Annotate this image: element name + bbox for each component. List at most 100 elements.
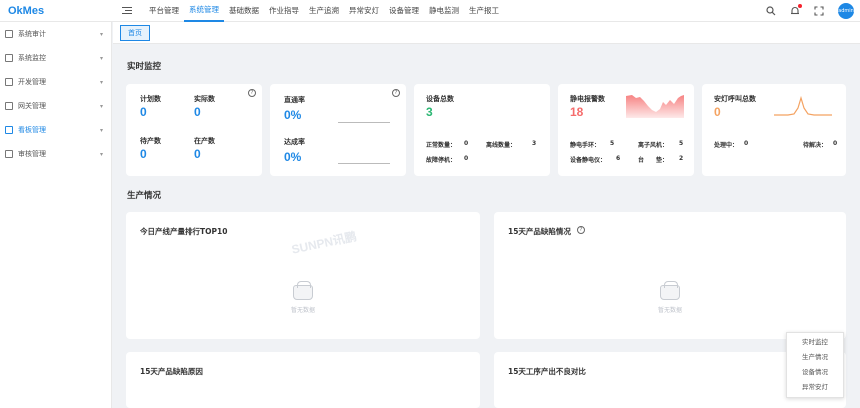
nav-report[interactable]: 生产报工 xyxy=(464,0,504,22)
empty-state: 暂无数据 xyxy=(273,281,333,314)
device-esd-label: 设备静电仪： xyxy=(570,157,607,164)
pending-value: 0 xyxy=(140,147,147,161)
sidebar-item-label: 系统审计 xyxy=(18,30,46,38)
line-output-top10-panel: 今日产线产量排行TOP10 SUNPN讯鹏 暂无数据 xyxy=(126,212,480,339)
pending-label: 待产数 xyxy=(140,137,161,145)
app-logo[interactable]: OkMes xyxy=(0,5,112,17)
nav-traceability[interactable]: 生产追溯 xyxy=(304,0,344,22)
offline-count-label: 离线数量： xyxy=(486,142,517,149)
production-section-title: 生产情况 xyxy=(127,191,162,201)
defect-reason-panel: 15天产品缺陷原因 xyxy=(126,352,480,408)
realtime-section-title: 实时监控 xyxy=(127,62,162,72)
chevron-down-icon: ▾ xyxy=(99,30,103,38)
panel-title: 15天产品缺陷情况 xyxy=(508,226,571,237)
chevron-down-icon: ▾ xyxy=(99,126,103,134)
menu-fold-icon[interactable] xyxy=(122,6,132,16)
andon-card: 安灯呼叫总数 0 处理中： 0 待解决： 0 xyxy=(702,84,846,176)
mat-value: 2 xyxy=(679,155,684,162)
pass-rate-value: 0% xyxy=(284,108,302,122)
tab-bar: 首页 xyxy=(113,22,860,44)
chevron-down-icon: ▾ xyxy=(99,102,103,110)
inprod-value: 0 xyxy=(194,147,201,161)
chevron-down-icon: ▾ xyxy=(99,150,103,158)
quick-nav-production[interactable]: 生产情况 xyxy=(787,350,843,365)
top-nav: 平台管理 系统管理 基础数据 作业指导 生产追溯 异常安灯 设备管理 静电监测 … xyxy=(144,0,504,22)
panel-title-text: 15天产品缺陷情况 xyxy=(508,227,571,236)
sidebar-item-label: 开发管理 xyxy=(18,78,46,86)
nav-platform[interactable]: 平台管理 xyxy=(144,0,184,22)
quick-nav-equipment[interactable]: 设备情况 xyxy=(787,365,843,380)
panel-title: 15天产品缺陷原因 xyxy=(140,367,203,376)
sidebar-item-review[interactable]: 审核管理 ▾ xyxy=(0,142,111,166)
ion-fan-value: 5 xyxy=(679,140,684,147)
empty-text: 暂无数据 xyxy=(657,307,682,314)
watermark-text: SUNPN讯鹏 xyxy=(290,229,358,257)
main-content: 实时监控 计划数 0 实际数 0 ? 待产数 0 在产数 0 直通率 0% ? … xyxy=(113,44,860,408)
audit-icon xyxy=(5,30,13,38)
inprod-label: 在产数 xyxy=(194,137,215,145)
sidebar-item-audit[interactable]: 系统审计 ▾ xyxy=(0,22,111,46)
reach-rate-sparkline xyxy=(338,163,390,164)
andon-sparkline xyxy=(774,95,832,116)
esd-alarm-label: 静电报警数 xyxy=(570,95,605,103)
equipment-total-label: 设备总数 xyxy=(426,95,454,103)
rate-card: 直通率 0% ? 达成率 0% xyxy=(270,84,406,176)
andon-total-label: 安灯呼叫总数 xyxy=(714,95,756,103)
develop-icon xyxy=(5,78,13,86)
ion-fan-label: 离子风机： xyxy=(638,142,669,149)
pass-rate-sparkline xyxy=(338,122,390,123)
wrist-strap-value: 5 xyxy=(610,140,615,147)
esd-alarm-card: 静电报警数 18 静电手环： 5 离子风机： 5 设备静电仪： 6 台 垫： 2 xyxy=(558,84,694,176)
review-icon xyxy=(5,150,13,158)
esd-alarm-value: 18 xyxy=(570,105,584,119)
sidebar-item-dashboard[interactable]: 看板管理 ▾ xyxy=(0,118,111,142)
empty-box-icon xyxy=(293,281,313,300)
empty-text: 暂无数据 xyxy=(290,307,315,314)
actual-value: 0 xyxy=(194,105,201,119)
chevron-down-icon: ▾ xyxy=(99,78,103,86)
sidebar-item-label: 看板管理 xyxy=(18,126,46,134)
help-icon[interactable]: ? xyxy=(248,89,256,97)
nav-andon[interactable]: 异常安灯 xyxy=(344,0,384,22)
tab-home[interactable]: 首页 xyxy=(120,24,150,41)
help-icon[interactable]: ? xyxy=(392,89,400,97)
sidebar-item-label: 网关管理 xyxy=(18,102,46,110)
dashboard-icon xyxy=(5,126,13,134)
device-esd-value: 6 xyxy=(616,155,621,162)
search-icon[interactable] xyxy=(766,6,776,16)
sidebar-item-label: 系统监控 xyxy=(18,54,46,62)
handling-value: 0 xyxy=(744,140,749,147)
top-header: OkMes 平台管理 系统管理 基础数据 作业指导 生产追溯 异常安灯 设备管理… xyxy=(0,0,860,22)
panel-title: 15天工序产出不良对比 xyxy=(508,367,586,376)
user-avatar[interactable]: admin xyxy=(838,3,854,19)
gateway-icon xyxy=(5,102,13,110)
help-icon[interactable]: ? xyxy=(577,226,585,234)
nav-basic-data[interactable]: 基础数据 xyxy=(224,0,264,22)
sidebar-item-develop[interactable]: 开发管理 ▾ xyxy=(0,70,111,94)
quick-nav-realtime[interactable]: 实时监控 xyxy=(787,335,843,350)
sidebar-item-label: 审核管理 xyxy=(18,150,46,158)
esd-alarm-sparkline xyxy=(626,95,684,118)
nav-esd[interactable]: 静电监测 xyxy=(424,0,464,22)
pending-solve-value: 0 xyxy=(833,140,838,147)
sidebar-item-gateway[interactable]: 网关管理 ▾ xyxy=(0,94,111,118)
reach-rate-label: 达成率 xyxy=(284,138,305,146)
fullscreen-icon[interactable] xyxy=(814,6,824,16)
nav-equipment[interactable]: 设备管理 xyxy=(384,0,424,22)
sidebar: 系统审计 ▾ 系统监控 ▾ 开发管理 ▾ 网关管理 ▾ 看板管理 ▾ 审核管理 … xyxy=(0,22,112,408)
header-actions: admin xyxy=(766,0,854,22)
monitor-icon xyxy=(5,54,13,62)
fault-count-value: 0 xyxy=(464,155,469,162)
sidebar-item-monitor[interactable]: 系统监控 ▾ xyxy=(0,46,111,70)
empty-box-icon xyxy=(660,281,680,300)
equipment-total-value: 3 xyxy=(426,105,433,119)
offline-count-value: 3 xyxy=(532,140,537,147)
nav-system[interactable]: 系统管理 xyxy=(184,0,224,22)
defect-status-panel: 15天产品缺陷情况 ? 暂无数据 xyxy=(494,212,846,339)
quick-nav-andon[interactable]: 异常安灯 xyxy=(787,380,843,395)
actual-label: 实际数 xyxy=(194,95,215,103)
fault-count-label: 故障停机： xyxy=(426,157,457,164)
notification-bell-icon[interactable] xyxy=(790,4,802,16)
equipment-card: 设备总数 3 正常数量： 0 离线数量： 3 故障停机： 0 xyxy=(414,84,550,176)
nav-work-guide[interactable]: 作业指导 xyxy=(264,0,304,22)
